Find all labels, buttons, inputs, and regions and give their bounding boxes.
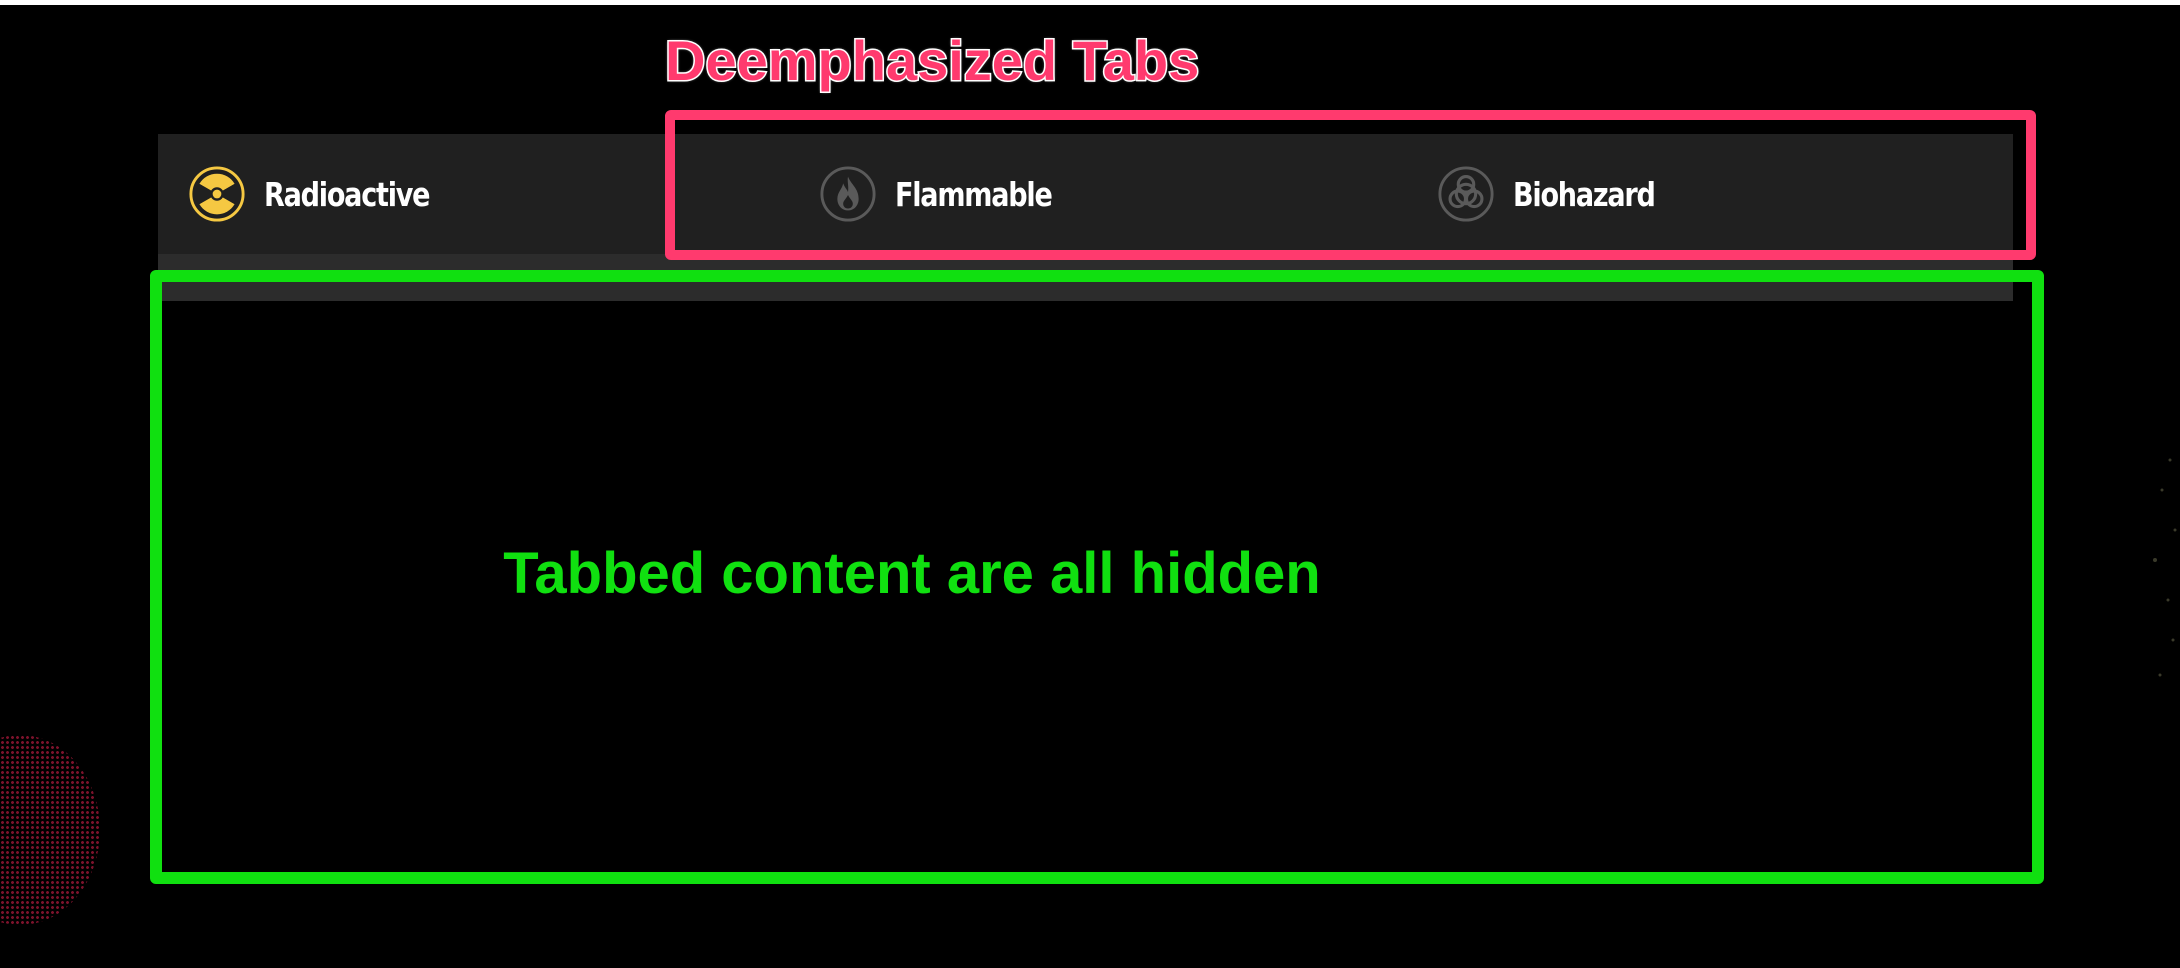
- deemphasized-tabs-annotation: Deemphasized Tabs: [663, 28, 1200, 94]
- deemphasized-tabs-highlight: [665, 110, 2036, 260]
- decorative-dots: [2153, 458, 2177, 677]
- decorative-dot-circle: [0, 735, 100, 925]
- tab-radioactive[interactable]: Radioactive: [188, 134, 466, 254]
- radioactive-icon: [189, 166, 245, 222]
- top-strip: [0, 0, 2180, 5]
- tab-radioactive-label: Radioactive: [264, 174, 431, 214]
- hidden-content-annotation: Tabbed content are all hidden: [503, 541, 1321, 606]
